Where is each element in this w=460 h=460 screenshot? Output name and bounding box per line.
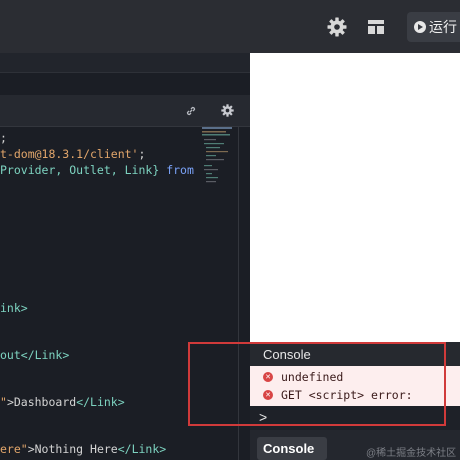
link-icon[interactable]	[185, 104, 197, 122]
code-area[interactable]: ; t-dom@18.3.1/client'; Provider, Outlet…	[0, 127, 200, 460]
code-line: Provider, Outlet, Link} from	[0, 163, 194, 177]
top-toolbar: 运行	[0, 0, 460, 53]
console-entry: ✕ undefined	[263, 368, 343, 386]
console-tab-button[interactable]: Console ⌄	[257, 437, 327, 460]
code-line: ere">Nothing Here</Link>	[0, 442, 167, 456]
console-title: Console	[250, 342, 460, 366]
console-entry: ✕ GET <script> error:	[263, 386, 413, 404]
code-line: t-dom@18.3.1/client';	[0, 147, 146, 161]
code-line: ;	[0, 131, 7, 145]
layout-grid-icon[interactable]	[363, 14, 389, 40]
code-editor-pane: ; t-dom@18.3.1/client'; Provider, Outlet…	[0, 53, 250, 460]
gear-icon[interactable]	[324, 14, 350, 40]
chevron-right-icon: >	[259, 409, 268, 425]
run-button-label: 运行	[429, 19, 457, 35]
error-icon: ✕	[263, 372, 273, 382]
watermark: @稀土掘金技术社区	[366, 448, 457, 459]
code-line: out</Link>	[0, 348, 70, 362]
code-line: ink>	[0, 301, 28, 315]
run-button[interactable]: 运行	[407, 12, 460, 42]
editor-divider	[238, 127, 239, 460]
editor-tab-strip	[0, 53, 250, 73]
editor-header	[0, 95, 250, 127]
code-minimap[interactable]	[200, 127, 240, 247]
console-log: ✕ undefined ✕ GET <script> error:	[250, 366, 460, 406]
console-input[interactable]: >	[250, 406, 460, 430]
preview-pane[interactable]	[250, 53, 460, 342]
error-icon: ✕	[263, 390, 273, 400]
console-panel: Console ✕ undefined ✕ GET <script> error…	[250, 342, 460, 460]
code-line: ">Dashboard</Link>	[0, 395, 125, 409]
gear-icon[interactable]	[221, 104, 234, 122]
play-icon	[414, 21, 426, 33]
